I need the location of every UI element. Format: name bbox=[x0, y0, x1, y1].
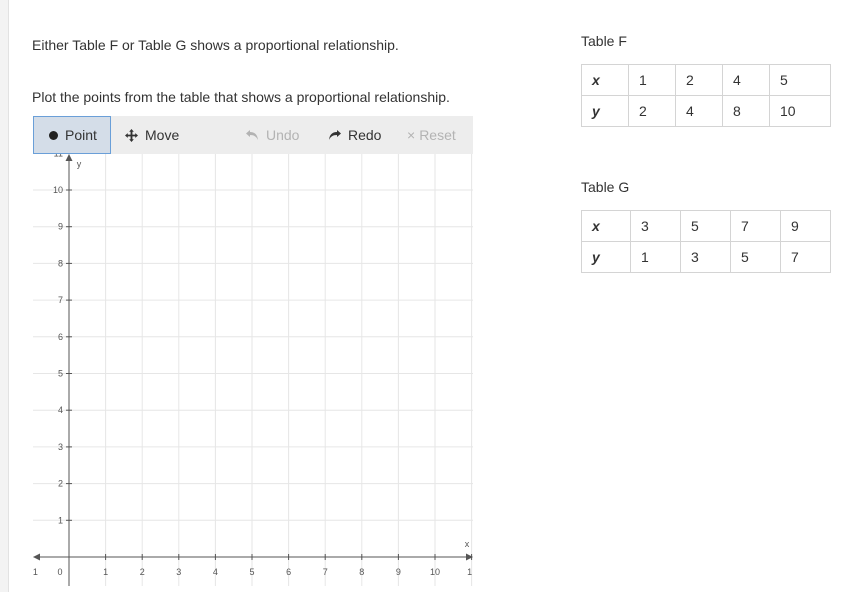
redo-button[interactable]: Redo bbox=[328, 116, 381, 154]
x-tick-label: 10 bbox=[430, 567, 440, 577]
redo-arrow-icon bbox=[328, 129, 341, 141]
move-tool-button[interactable]: Move bbox=[125, 116, 179, 154]
x-tick-label: 1 bbox=[103, 567, 108, 577]
point-tool-label: Point bbox=[65, 127, 97, 143]
coordinate-plane[interactable]: xy101234567891011234567891011 bbox=[33, 154, 473, 586]
table-cell: 3 bbox=[680, 241, 731, 273]
x-tick-label: 0 bbox=[57, 567, 62, 577]
x-tick-label: 4 bbox=[213, 567, 218, 577]
left-edge-bar bbox=[0, 0, 9, 592]
x-tick-label: 3 bbox=[176, 567, 181, 577]
x-tick-label: 7 bbox=[323, 567, 328, 577]
table-cell: 4 bbox=[722, 64, 770, 96]
undo-arrow-icon bbox=[246, 129, 259, 141]
undo-button[interactable]: Undo bbox=[246, 116, 299, 154]
undo-label: Undo bbox=[266, 127, 300, 143]
table-row: x 1 2 4 5 bbox=[581, 64, 831, 96]
table-cell: x bbox=[581, 64, 629, 96]
table-cell: 5 bbox=[769, 64, 831, 96]
y-tick-label: 1 bbox=[58, 515, 63, 525]
y-tick-label: 10 bbox=[53, 185, 63, 195]
table-cell: 2 bbox=[628, 95, 676, 127]
x-axis-label: x bbox=[465, 539, 470, 549]
reset-button[interactable]: × Reset bbox=[407, 116, 456, 154]
y-tick-label: 4 bbox=[58, 405, 63, 415]
x-tick-label: 2 bbox=[140, 567, 145, 577]
table-g: x 3 5 7 9 y 1 3 5 7 bbox=[581, 210, 831, 273]
point-tool-button[interactable]: Point bbox=[33, 116, 111, 154]
x-tick-label: 1 bbox=[467, 567, 472, 577]
x-tick-label: 5 bbox=[249, 567, 254, 577]
y-tick-label: 5 bbox=[58, 369, 63, 379]
table-f: x 1 2 4 5 y 2 4 8 10 bbox=[581, 64, 831, 127]
x-tick-label: 6 bbox=[286, 567, 291, 577]
reset-label: Reset bbox=[419, 127, 456, 143]
table-cell: 7 bbox=[780, 241, 831, 273]
table-cell: 3 bbox=[630, 210, 681, 242]
y-tick-label: 6 bbox=[58, 332, 63, 342]
table-f-title: Table F bbox=[581, 33, 627, 49]
y-tick-label: 7 bbox=[58, 295, 63, 305]
table-cell: 2 bbox=[675, 64, 723, 96]
x-tick-label: 1 bbox=[33, 567, 38, 577]
four-way-arrow-icon bbox=[125, 128, 138, 142]
filled-circle-icon bbox=[49, 130, 58, 140]
y-tick-label: 8 bbox=[58, 258, 63, 268]
task-text: Plot the points from the table that show… bbox=[32, 89, 450, 105]
graph-toolbar: Point Move Undo Redo × Reset bbox=[33, 116, 473, 155]
table-cell: 9 bbox=[780, 210, 831, 242]
table-cell: 10 bbox=[769, 95, 831, 127]
table-cell: 1 bbox=[630, 241, 681, 273]
table-cell: y bbox=[581, 241, 631, 273]
table-cell: 7 bbox=[730, 210, 781, 242]
table-g-title: Table G bbox=[581, 179, 630, 195]
y-tick-label: 2 bbox=[58, 479, 63, 489]
table-cell: 5 bbox=[730, 241, 781, 273]
x-tick-label: 8 bbox=[359, 567, 364, 577]
table-cell: y bbox=[581, 95, 629, 127]
table-cell: 4 bbox=[675, 95, 723, 127]
table-row: x 3 5 7 9 bbox=[581, 210, 831, 242]
plot-background bbox=[33, 154, 473, 586]
x-icon: × bbox=[407, 127, 416, 143]
y-tick-label: 9 bbox=[58, 222, 63, 232]
x-tick-label: 9 bbox=[396, 567, 401, 577]
table-row: y 2 4 8 10 bbox=[581, 95, 831, 127]
instruction-text: Either Table F or Table G shows a propor… bbox=[32, 37, 399, 53]
redo-label: Redo bbox=[348, 127, 382, 143]
table-cell: x bbox=[581, 210, 631, 242]
table-cell: 5 bbox=[680, 210, 731, 242]
table-row: y 1 3 5 7 bbox=[581, 241, 831, 273]
y-tick-label: 3 bbox=[58, 442, 63, 452]
table-cell: 8 bbox=[722, 95, 770, 127]
move-tool-label: Move bbox=[145, 127, 180, 143]
table-cell: 1 bbox=[628, 64, 676, 96]
y-axis-label: y bbox=[77, 159, 82, 169]
y-tick-label: 11 bbox=[54, 154, 63, 158]
